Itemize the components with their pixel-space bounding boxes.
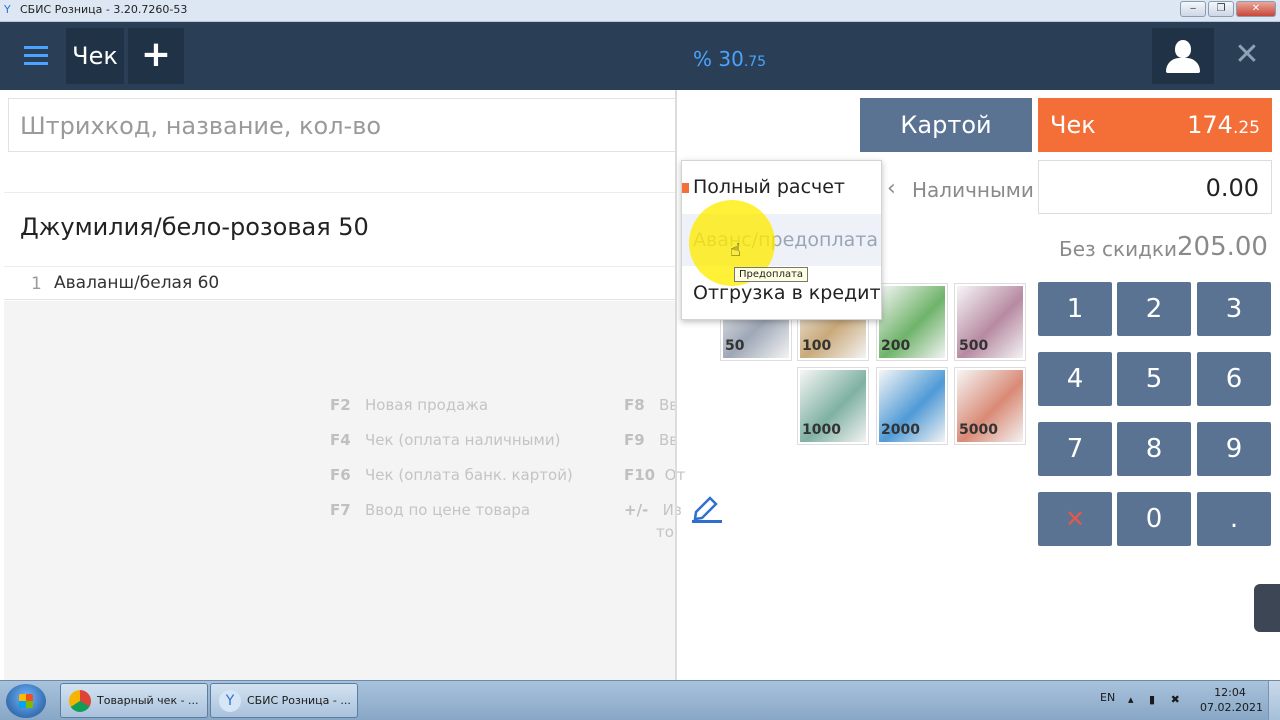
discount-indicator[interactable]: % 30.75 [693, 47, 766, 71]
hotkey-f2: F2 Новая продажа [330, 396, 489, 414]
key-6[interactable]: 6 [1197, 352, 1271, 406]
product-group-title[interactable]: Джумилия/бело-розовая 50 [20, 213, 369, 241]
key-0[interactable]: 0 [1117, 492, 1191, 546]
banknote-2000[interactable]: 2000 [876, 367, 948, 445]
hotkey-f4: F4 Чек (оплата наличными) [330, 431, 561, 449]
hotkeys-panel: F2 Новая продажа F4 Чек (оплата наличным… [4, 301, 685, 680]
banknote-denomination: 50 [725, 338, 745, 354]
check-amount: 174.25 [1187, 111, 1260, 139]
banknote-1000[interactable]: 1000 [797, 367, 869, 445]
close-icon[interactable]: ✕ [1218, 28, 1276, 84]
restore-button[interactable]: ❐ [1208, 1, 1234, 17]
add-receipt-button[interactable]: + [128, 28, 184, 84]
side-panel-handle[interactable] [1254, 584, 1280, 632]
key-7[interactable]: 7 [1038, 422, 1112, 476]
selected-marker [682, 183, 689, 193]
banknote-denomination: 5000 [959, 422, 998, 438]
clear-key[interactable]: ✕ [1038, 492, 1112, 546]
banknote-denomination: 1000 [802, 422, 841, 438]
tray-icons[interactable]: ▴ ▮ ✖ [1128, 693, 1186, 706]
chrome-icon [69, 690, 91, 712]
hotkey-plusminus: +/- Из [624, 501, 682, 519]
discount-main: 30 [718, 47, 744, 71]
show-desktop-button[interactable] [1268, 681, 1280, 720]
no-discount-value: 205.00 [1177, 232, 1268, 262]
chevron-left-icon[interactable]: ‹ [887, 176, 896, 201]
divider [4, 192, 676, 193]
window-titlebar: Y СБИС Розница - 3.20.7260-53 ‒ ❐ ✕ [0, 0, 1280, 22]
sbis-app-icon: Y [4, 3, 11, 16]
hand-cursor-icon: ☝ [730, 240, 741, 261]
user-icon[interactable] [1152, 28, 1214, 84]
key-5[interactable]: 5 [1117, 352, 1191, 406]
pay-check-button[interactable]: Чек 174.25 [1038, 98, 1272, 152]
banknote-denomination: 2000 [881, 422, 920, 438]
key-8[interactable]: 8 [1117, 422, 1191, 476]
discount-fraction: .75 [743, 54, 767, 70]
window-title: СБИС Розница - 3.20.7260-53 [20, 3, 188, 16]
start-button[interactable] [6, 684, 46, 718]
key-3[interactable]: 3 [1197, 282, 1271, 336]
percent-sign: % [693, 47, 713, 71]
window-controls: ‒ ❐ ✕ [1180, 1, 1276, 17]
key-1[interactable]: 1 [1038, 282, 1112, 336]
sbis-icon: Y [219, 690, 241, 712]
hotkey-f8: F8 Вв [624, 396, 679, 414]
taskbar-item-chrome[interactable]: Товарный чек - ... [60, 683, 208, 718]
cash-label: Наличными [912, 178, 1034, 202]
banknote-500[interactable]: 500 [954, 283, 1026, 361]
tab-check[interactable]: Чек [66, 28, 124, 84]
banknote-denomination: 100 [802, 338, 832, 354]
hotkey-f7: F7 Ввод по цене товара [330, 501, 531, 519]
minimize-button[interactable]: ‒ [1180, 1, 1206, 17]
taskbar: Товарный чек - ... Y СБИС Розница - ... … [0, 680, 1280, 720]
hamburger-menu-icon[interactable] [10, 32, 62, 80]
list-item[interactable]: 1 Аваланш/белая 60 [4, 266, 676, 300]
banknote-denomination: 500 [959, 338, 989, 354]
check-label: Чек [1050, 111, 1096, 139]
right-header: % 30.75 ✕ [676, 22, 1280, 90]
banknote-5000[interactable]: 5000 [954, 367, 1026, 445]
key-4[interactable]: 4 [1038, 352, 1112, 406]
language-indicator[interactable]: EN [1100, 691, 1115, 704]
search-input[interactable]: Штрихкод, название, кол-во [8, 98, 676, 152]
cash-input[interactable]: 0.00 [1038, 160, 1272, 214]
key-2[interactable]: 2 [1117, 282, 1191, 336]
left-header: Чек + [0, 22, 676, 90]
banknote-denomination: 200 [881, 338, 911, 354]
item-name: Аваланш/белая 60 [54, 273, 220, 293]
banknote-200[interactable]: 200 [876, 283, 948, 361]
tooltip: Предоплата [734, 267, 809, 282]
panel-divider [675, 90, 677, 680]
pen-icon[interactable] [690, 494, 724, 526]
item-number: 1 [31, 274, 42, 294]
window-close-button[interactable]: ✕ [1236, 1, 1276, 17]
decimal-key[interactable]: . [1197, 492, 1271, 546]
clock[interactable]: 12:04 07.02.2021 [1200, 685, 1263, 715]
pay-by-card-button[interactable]: Картой [860, 98, 1032, 152]
hotkey-f6: F6 Чек (оплата банк. картой) [330, 466, 573, 484]
taskbar-item-sbis[interactable]: Y СБИС Розница - ... [210, 683, 358, 718]
no-discount-label: Без скидки [1059, 237, 1177, 261]
key-9[interactable]: 9 [1197, 422, 1271, 476]
hotkey-continuation: то [656, 523, 674, 541]
hotkey-f9: F9 Вв [624, 431, 679, 449]
